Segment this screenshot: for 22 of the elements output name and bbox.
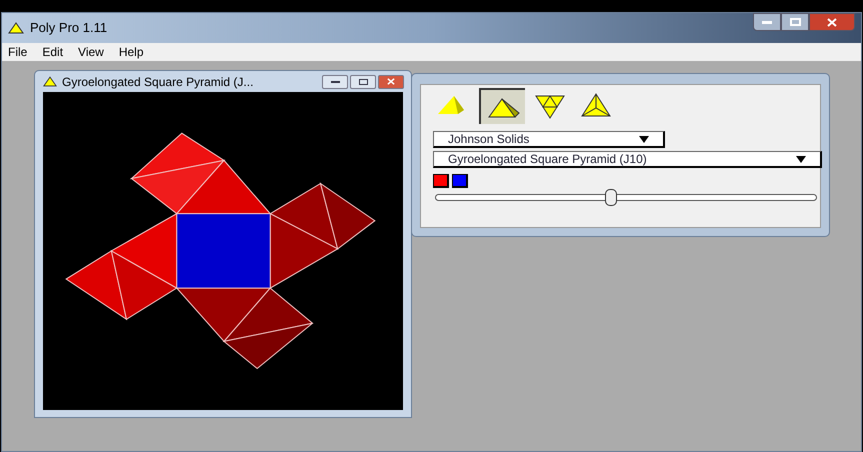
menu-item[interactable]: Edit (42, 43, 64, 61)
solid-dropdown[interactable]: Gyroelongated Square Pyramid (J10) (433, 151, 822, 168)
menu-item[interactable]: File (8, 43, 28, 61)
app-icon (43, 76, 57, 88)
maximize-button[interactable] (350, 74, 376, 89)
close-icon (387, 78, 395, 86)
slider-handle[interactable] (604, 189, 617, 206)
category-dropdown[interactable]: Johnson Solids (433, 131, 665, 148)
minimize-button[interactable] (753, 13, 781, 31)
minimize-button[interactable] (322, 74, 348, 89)
window-title: Gyroelongated Square Pyramid (J... (62, 74, 254, 91)
color-swatch[interactable] (452, 174, 468, 188)
color-swatch[interactable] (433, 174, 449, 188)
app-icon (8, 22, 24, 34)
view-button[interactable] (479, 88, 525, 124)
maximize-button[interactable] (781, 13, 809, 31)
close-icon (827, 18, 837, 26)
close-button[interactable] (809, 13, 855, 31)
menu-item[interactable]: View (78, 43, 104, 61)
menu-item[interactable]: Help (118, 43, 144, 61)
close-button[interactable] (378, 74, 404, 89)
window-title: Poly Pro 1.11 (30, 19, 108, 38)
